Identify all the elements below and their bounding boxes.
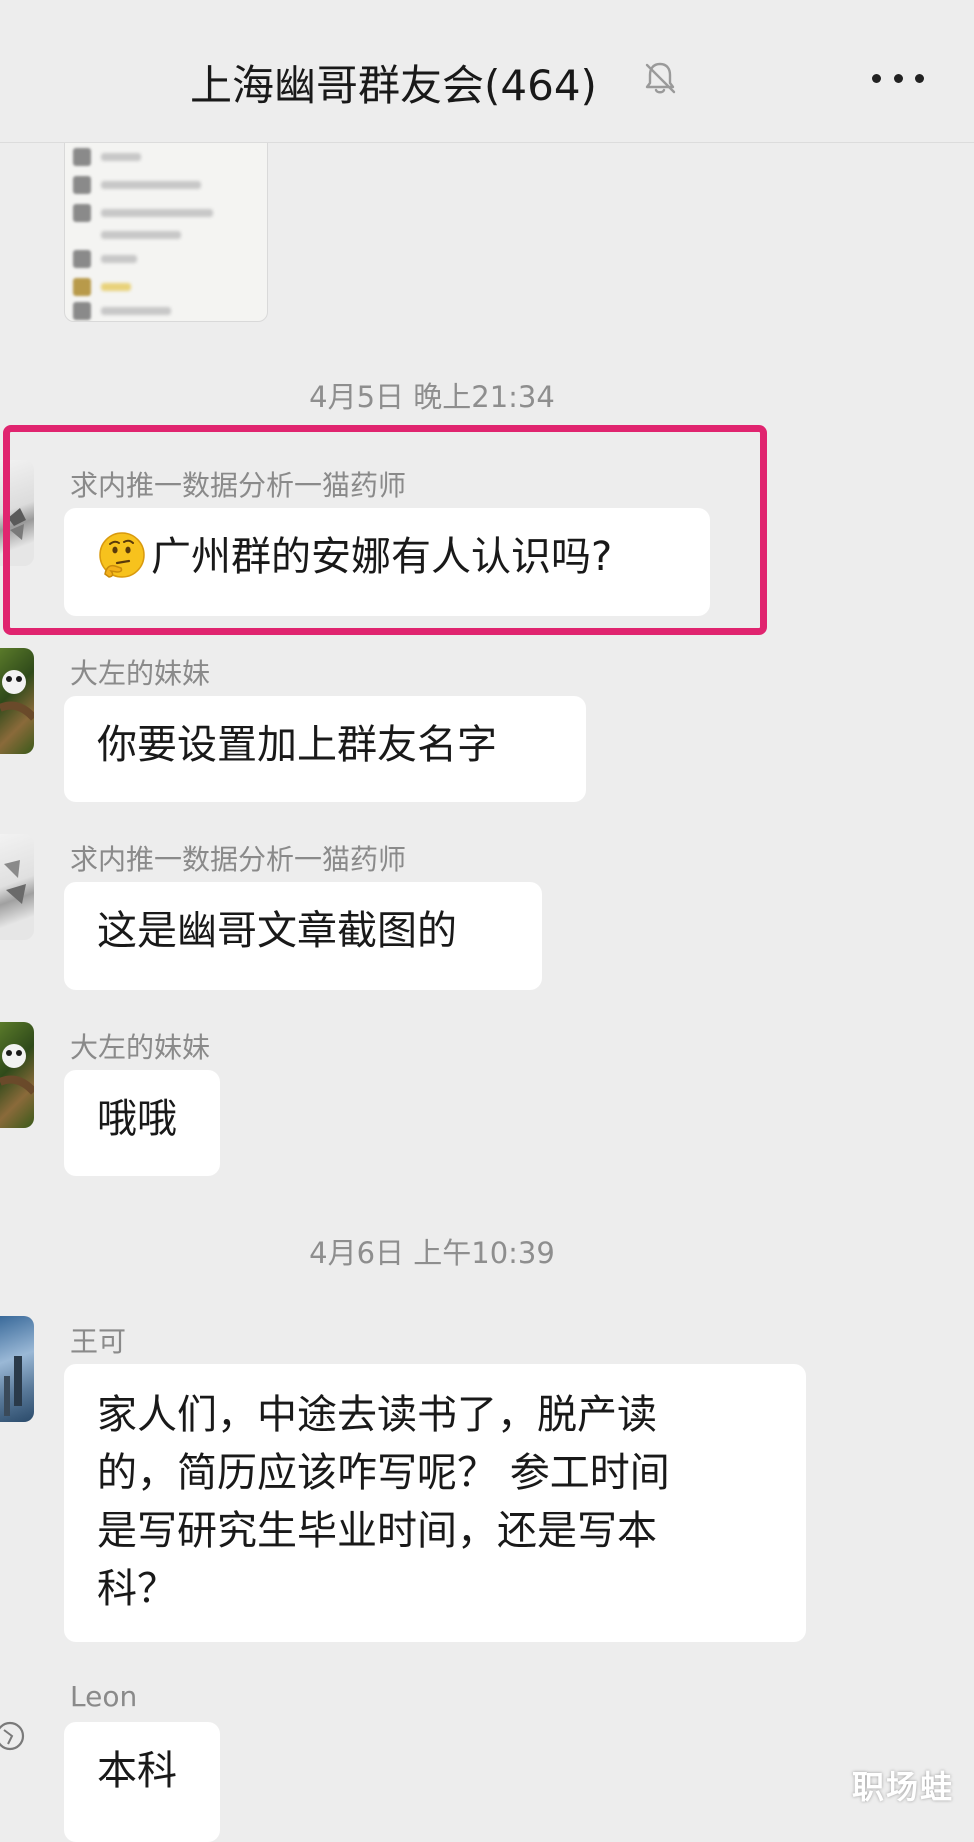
sender-name: Leon [70, 1680, 138, 1713]
avatar[interactable] [0, 1022, 34, 1128]
avatar[interactable] [0, 648, 34, 754]
message-bubble[interactable]: 哦哦 [64, 1070, 220, 1176]
timestamp: 4月5日 晚上21:34 [309, 380, 555, 414]
bell-off-icon [645, 62, 676, 94]
more-dots-icon [872, 73, 881, 83]
sender-name: 大左的妹妹 [70, 657, 211, 690]
message-text: 哦哦 [97, 1096, 177, 1142]
message-bubble[interactable]: 家人们，中途去读书了，脱产读 的，简历应该咋写呢？ 参工时间 是写研究生毕业时间… [64, 1364, 806, 1642]
thinking-face-emoji [99, 532, 145, 578]
message-bubble[interactable]: 你要设置加上群友名字 [64, 696, 586, 802]
avatar-image [8, 508, 26, 540]
timestamp: 4月6日 上午10:39 [309, 1236, 555, 1270]
avatar-image [4, 860, 26, 904]
chat-title[interactable]: 上海幽哥群友会(464) [190, 52, 597, 113]
message-text-line: 的，简历应该咋写呢？ 参工时间 [97, 1450, 670, 1496]
image-message-thumbnail[interactable] [64, 128, 268, 322]
message-text: 这是幽哥文章截图的 [97, 908, 457, 954]
message-text-line: 科？ [97, 1566, 177, 1612]
message-text-line: 是写研究生毕业时间，还是写本 [97, 1508, 657, 1554]
message-text: 广州群的安娜有人认识吗? [151, 534, 613, 580]
chat-header: 上海幽哥群友会(464) [0, 0, 974, 143]
message-text: 本科 [97, 1748, 177, 1794]
more-options-button[interactable] [872, 64, 924, 92]
message-bubble[interactable]: 这是幽哥文章截图的 [64, 882, 542, 990]
avatar[interactable] [0, 834, 34, 940]
avatar-image [0, 1044, 34, 1095]
chat-message-list[interactable]: 4月5日 晚上21:34 求内推一数据分析一猫药师 广州群的安娜有人认识吗? 大… [0, 0, 974, 1842]
avatar[interactable] [0, 1712, 30, 1760]
avatar[interactable] [0, 460, 34, 566]
message-text: 你要设置加上群友名字 [97, 722, 497, 768]
avatar[interactable] [0, 1316, 34, 1422]
message-bubble[interactable]: 广州群的安娜有人认识吗? [64, 508, 710, 616]
avatar-image [4, 1356, 22, 1416]
message-bubble[interactable]: 本科 [64, 1722, 220, 1842]
watermark: 职场蛙 [851, 1768, 954, 1806]
sender-name: 求内推一数据分析一猫药师 [70, 469, 407, 502]
message-text-line: 家人们，中途去读书了，脱产读 [97, 1392, 657, 1438]
sender-name: 大左的妹妹 [70, 1031, 211, 1064]
sender-name: 求内推一数据分析一猫药师 [70, 843, 407, 876]
avatar-image [0, 670, 34, 721]
sender-name: 王可 [70, 1325, 127, 1358]
